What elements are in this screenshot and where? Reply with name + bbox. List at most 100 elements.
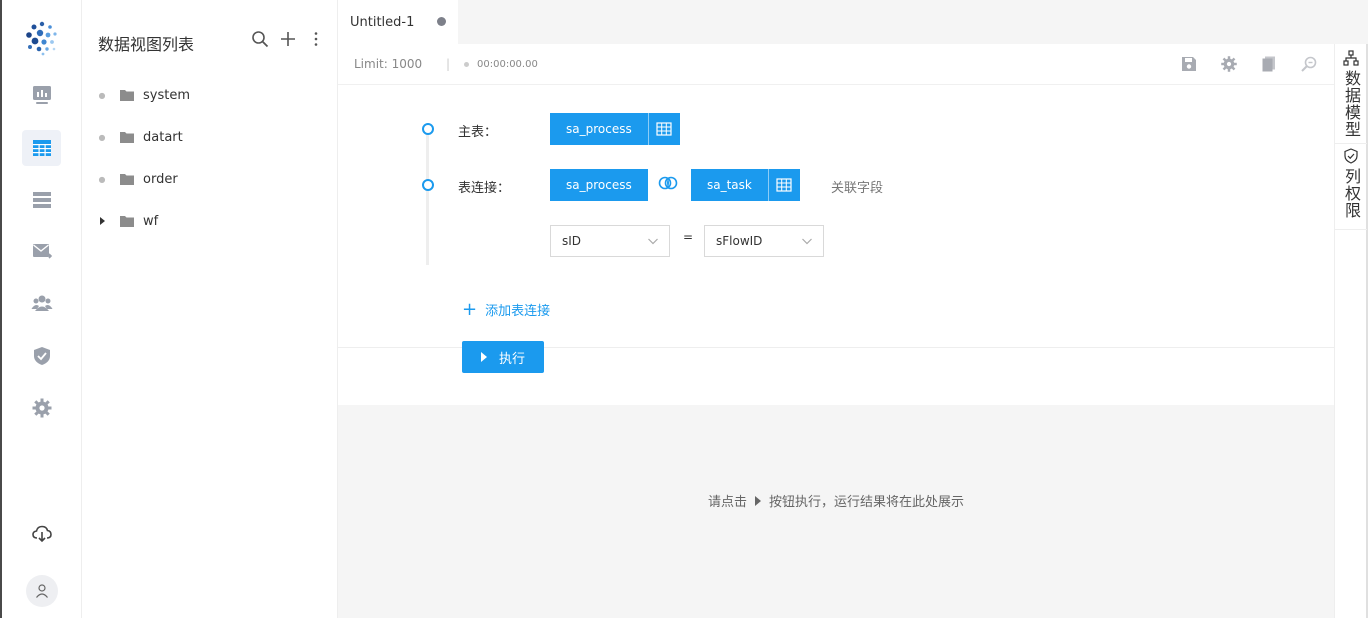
editor-toolbar: Limit: 1000 | 00:00:00.00 [338,44,1334,85]
settings-icon [32,398,51,418]
panel-title: 数据视图列表 [98,35,195,54]
tab-column-permission-label: 列权限 [1342,168,1361,219]
nav-view[interactable] [22,130,61,166]
members-icon [31,295,52,311]
association-field-link[interactable]: 关联字段 [831,177,883,196]
panel-tools [251,30,325,48]
tree-item-label: datart [143,129,183,145]
main-table-label: 主表： [458,125,498,140]
nav-dashboard[interactable] [22,77,61,113]
execution-timer: 00:00:00.00 [464,59,538,70]
timeline-line [426,129,429,265]
tab-data-model[interactable]: 数据模型 [1335,50,1367,144]
format-icon [1301,56,1317,72]
chevron-down-icon [802,238,812,245]
right-side-tabs: 数据模型 列权限 [1334,44,1368,618]
nav-members[interactable] [22,285,61,321]
join-right-table-name: sa_task [707,178,752,192]
structure-editor: 主表： sa_process 表连接： sa_process sa_task 关… [338,85,1334,348]
add-join-label: 添加表连接 [485,304,551,319]
tab-data-model-label: 数据模型 [1342,70,1361,138]
bullet-icon: ● [98,132,106,142]
tab-column-permission[interactable]: 列权限 [1335,148,1367,230]
shield-icon [1344,148,1358,164]
copy-button[interactable] [1260,55,1278,73]
tree-item-label: wf [143,213,159,229]
toolbar-separator: | [446,57,451,71]
plus-icon: + [462,298,478,320]
tree-item-label: system [143,87,190,103]
search-button[interactable] [251,30,269,48]
view-icon [32,140,51,156]
play-icon [755,496,761,506]
settings-button[interactable] [1220,55,1238,73]
more-button[interactable] [307,30,325,48]
main-table-name: sa_process [566,122,632,136]
tree-item-system[interactable]: ● system [97,84,191,106]
tree-item-label: order [143,171,178,187]
save-button[interactable] [1180,55,1198,73]
unsaved-dot-icon[interactable] [437,17,446,26]
limit-selector[interactable]: Limit: 1000 [354,57,422,71]
add-button[interactable] [279,30,297,48]
nav-source[interactable] [22,182,61,218]
cloud-download-icon [31,525,52,543]
folder-icon [120,90,134,101]
folder-icon [120,174,134,185]
model-icon [1343,50,1359,66]
main-table-button[interactable]: sa_process [550,113,680,145]
table-grid-icon[interactable] [647,113,680,145]
window-edge [0,0,2,618]
bullet-icon: ● [98,174,106,184]
inner-join-icon[interactable] [658,176,678,190]
tab-bar: Untitled-1 [338,0,1368,44]
tree-item-order[interactable]: ● order [97,168,178,190]
copy-icon [1262,56,1275,72]
tab-label: Untitled-1 [350,14,415,30]
view-list-panel: 数据视图列表 ● system ● datart ● order wf [83,0,338,618]
run-button[interactable]: 执行 [462,341,544,373]
left-field-select[interactable]: sID [550,225,670,257]
join-right-table-button[interactable]: sa_task [691,169,800,201]
nav-download[interactable] [22,515,61,551]
more-icon [314,32,318,46]
app-root: 数据视图列表 ● system ● datart ● order wf Unti… [0,0,1368,618]
search-icon [252,31,269,48]
result-hint: 请点击 按钮执行，运行结果将在此处展示 [338,491,1334,510]
logo-icon [26,21,57,56]
settings-icon [1221,56,1237,72]
caret-right-icon[interactable] [97,217,107,225]
timer-value: 00:00:00.00 [477,59,538,70]
join-left-table-button[interactable]: sa_process [550,169,648,201]
run-label: 执行 [498,351,525,367]
join-left-table-name: sa_process [566,178,632,192]
source-icon [32,192,51,208]
format-button[interactable] [1300,55,1318,73]
permission-icon [33,347,50,365]
timeline-node-main [422,123,434,135]
bullet-icon: ● [98,90,106,100]
add-join-button[interactable]: + 添加表连接 [462,300,550,319]
right-field-value: sFlowID [716,234,763,248]
right-field-select[interactable]: sFlowID [704,225,824,257]
nav-schedule[interactable] [22,233,61,269]
folder-icon [120,132,134,143]
left-field-value: sID [562,234,582,248]
user-avatar[interactable] [26,575,58,607]
tree-item-datart[interactable]: ● datart [97,126,183,148]
result-hint-before: 请点击 [707,495,747,510]
nav-permission[interactable] [22,338,61,374]
equals-sign: = [683,230,694,244]
tree-item-wf[interactable]: wf [97,210,158,232]
left-nav [0,0,82,618]
dashboard-icon [32,86,51,104]
folder-icon [120,216,134,227]
play-icon [480,352,487,362]
result-area: 请点击 按钮执行，运行结果将在此处展示 [338,405,1334,618]
result-hint-after: 按钮执行，运行结果将在此处展示 [769,495,965,510]
tab-untitled-1[interactable]: Untitled-1 [338,0,458,44]
schedule-icon [32,244,52,259]
timeline-node-join [422,179,434,191]
table-grid-icon[interactable] [767,169,800,201]
nav-settings[interactable] [22,390,61,426]
